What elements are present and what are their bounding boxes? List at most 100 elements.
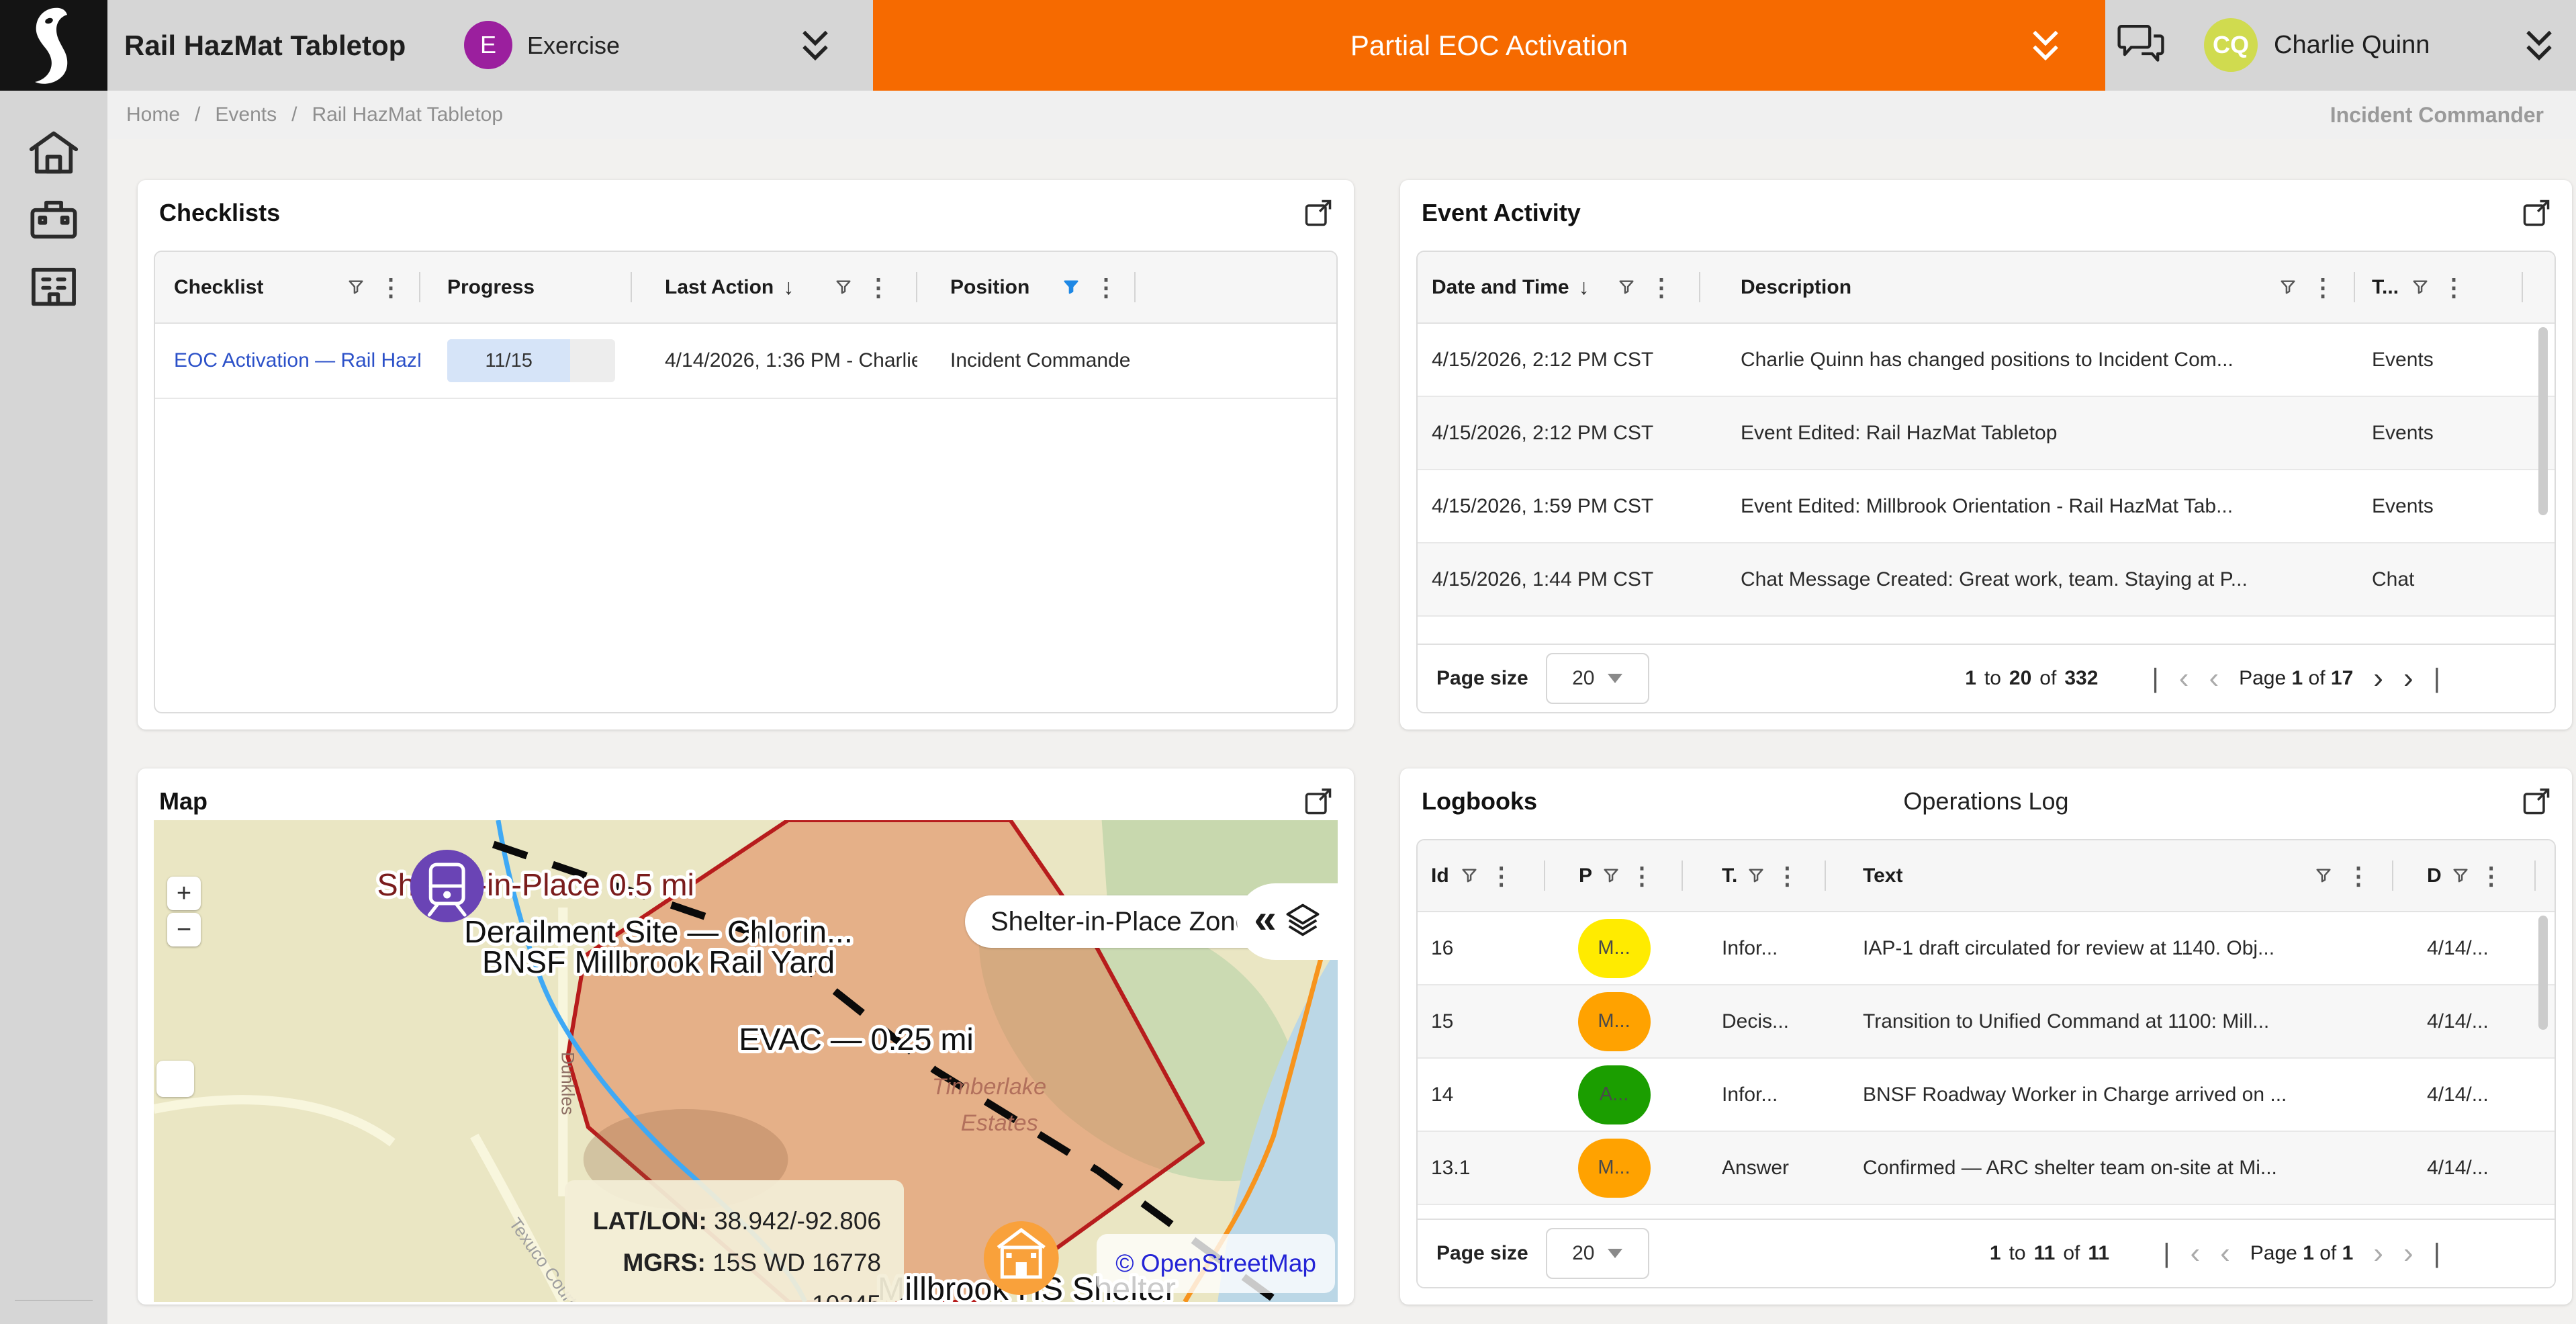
derailment-marker[interactable] <box>410 850 484 922</box>
log-text-cell: Transition to Unified Command at 1100: M… <box>1826 985 2393 1057</box>
column-menu-icon[interactable]: ⋮ <box>1775 862 1799 890</box>
column-header-date[interactable]: Date and Time ↓ ⋮ <box>1418 252 1700 322</box>
column-header-type[interactable]: T. ⋮ <box>1683 840 1826 911</box>
logbook-row[interactable]: 13.1 M... Answer Confirmed — ARC shelter… <box>1418 1132 2555 1205</box>
map-side-control[interactable] <box>156 1061 194 1097</box>
column-menu-icon[interactable]: ⋮ <box>2311 273 2335 302</box>
breadcrumb-events[interactable]: Events <box>215 103 277 126</box>
logbook-row[interactable]: 15 M... Decis... Transition to Unified C… <box>1418 985 2555 1059</box>
log-text-cell: BNSF Roadway Worker in Charge arrived on… <box>1826 1059 2393 1131</box>
logbooks-open-button[interactable] <box>2521 786 2552 817</box>
filter-icon[interactable] <box>1602 867 1620 885</box>
filter-icon[interactable] <box>1747 867 1765 885</box>
sidebar-item-admin-tools[interactable] <box>24 1317 83 1324</box>
first-page-button[interactable]: | <box>2152 664 2158 694</box>
event-menu-button[interactable] <box>796 26 835 68</box>
column-header-position[interactable]: Position ⋮ <box>917 252 1136 322</box>
logbook-row[interactable]: 16 M... Infor... IAP-1 draft circulated … <box>1418 912 2555 985</box>
last-page-chevron[interactable]: › <box>2403 662 2413 695</box>
layers-icon[interactable] <box>1285 902 1321 942</box>
column-menu-icon[interactable]: ⋮ <box>1630 862 1654 890</box>
filter-active-icon[interactable] <box>1062 278 1080 297</box>
page-size-select[interactable]: 20 <box>1546 653 1649 704</box>
last-page-button[interactable]: | <box>2434 664 2440 694</box>
column-header-text[interactable]: Text ⋮ <box>1826 840 2393 911</box>
filter-icon[interactable] <box>1617 278 1636 297</box>
column-menu-icon[interactable]: ⋮ <box>379 273 403 302</box>
checklist-link[interactable]: EOC Activation — Rail HazM <box>174 349 420 372</box>
first-page-chevron[interactable]: ‹ <box>2179 662 2189 695</box>
eoc-activation-banner[interactable]: Partial EOC Activation <box>873 0 2105 91</box>
user-menu-button[interactable] <box>2520 26 2559 68</box>
external-link-icon <box>2521 197 2552 228</box>
table-scrollbar[interactable] <box>2538 327 2548 515</box>
column-menu-icon[interactable]: ⋮ <box>1489 862 1514 890</box>
map-zoom-out-button[interactable]: − <box>167 913 201 946</box>
shelter-marker[interactable] <box>984 1221 1059 1295</box>
first-page-chevron[interactable]: ‹ <box>2190 1237 2200 1270</box>
last-page-chevron[interactable]: › <box>2403 1237 2413 1270</box>
column-header-last-action[interactable]: Last Action ↓ ⋮ <box>632 252 917 322</box>
column-header-description[interactable]: Description ⋮ <box>1700 252 2355 322</box>
app-logo[interactable] <box>0 0 107 91</box>
external-link-icon <box>2521 786 2552 817</box>
map-attribution-link[interactable]: © OpenStreetMap <box>1097 1234 1335 1293</box>
column-header-type[interactable]: T... ⋮ <box>2355 252 2523 322</box>
column-menu-icon[interactable]: ⋮ <box>1649 273 1673 302</box>
column-header-date[interactable]: D ⋮ <box>2393 840 2536 911</box>
page-size-select[interactable]: 20 <box>1546 1228 1649 1279</box>
filter-icon[interactable] <box>1460 867 1479 885</box>
column-header-id[interactable]: Id ⋮ <box>1418 840 1545 911</box>
breadcrumb-home[interactable]: Home <box>126 103 180 126</box>
column-menu-icon[interactable]: ⋮ <box>2442 273 2466 302</box>
last-page-button[interactable]: | <box>2434 1239 2440 1269</box>
sidebar-item-home[interactable] <box>24 123 83 182</box>
table-scrollbar[interactable] <box>2538 916 2548 1030</box>
next-page-button[interactable]: › <box>2373 1237 2383 1270</box>
event-activity-row[interactable]: 4/15/2026, 1:59 PM CST Event Edited: Mil… <box>1418 470 2555 543</box>
prev-page-button[interactable]: ‹ <box>2209 662 2219 695</box>
filter-icon[interactable] <box>347 278 365 297</box>
chat-bubbles-icon <box>2117 21 2165 67</box>
sidebar-item-building[interactable] <box>24 257 83 316</box>
banner-chevron-button[interactable] <box>2026 26 2065 71</box>
event-activity-row[interactable]: 4/15/2026, 2:12 PM CST Event Edited: Rai… <box>1418 397 2555 470</box>
map-canvas[interactable]: Dunkles Texuco Court Timberlake Estates … <box>154 820 1338 1302</box>
checklists-open-button[interactable] <box>1303 197 1334 228</box>
user-avatar[interactable]: CQ <box>2204 18 2258 72</box>
column-menu-icon[interactable]: ⋮ <box>2346 862 2371 890</box>
event-activity-row[interactable]: 4/15/2026, 1:44 PM CST Chat Message Crea… <box>1418 543 2555 617</box>
filter-icon[interactable] <box>2279 278 2297 297</box>
prev-page-button[interactable]: ‹ <box>2220 1237 2230 1270</box>
first-page-button[interactable]: | <box>2163 1239 2170 1269</box>
column-header-priority[interactable]: P ⋮ <box>1545 840 1683 911</box>
map-zoom-in-button[interactable]: + <box>167 877 201 910</box>
checklist-row[interactable]: EOC Activation — Rail HazM 11/15 4/14/20… <box>155 324 1336 399</box>
next-page-button[interactable]: › <box>2373 662 2383 695</box>
column-header-progress[interactable]: Progress <box>420 252 632 322</box>
column-menu-icon[interactable]: ⋮ <box>1094 273 1118 302</box>
map-open-button[interactable] <box>1303 786 1334 817</box>
filter-icon[interactable] <box>2411 278 2430 297</box>
column-menu-icon[interactable]: ⋮ <box>866 273 890 302</box>
checklists-table: Checklist ⋮ Progress Last Action ↓ <box>154 251 1338 713</box>
log-type-cell: Decis... <box>1683 985 1826 1057</box>
external-link-icon <box>1303 197 1334 228</box>
filter-icon[interactable] <box>834 278 853 297</box>
sidebar-item-briefcase[interactable] <box>24 190 83 249</box>
filter-icon[interactable] <box>2451 867 2470 885</box>
chat-button[interactable] <box>2117 21 2165 69</box>
map-layers-panel[interactable]: « <box>1237 883 1338 960</box>
log-priority-cell: M... <box>1545 912 1683 984</box>
event-activity-open-button[interactable] <box>2521 197 2552 228</box>
event-activity-row[interactable]: 4/15/2026, 2:12 PM CST Charlie Quinn has… <box>1418 324 2555 397</box>
logbook-row[interactable]: 14 A... Infor... BNSF Roadway Worker in … <box>1418 1059 2555 1132</box>
column-label: T... <box>2372 276 2399 299</box>
column-menu-icon[interactable]: ⋮ <box>2479 862 2503 890</box>
collapse-panel-icon[interactable]: « <box>1254 899 1276 939</box>
zone-layer-pill[interactable]: Shelter-in-Place Zone <box>965 895 1276 948</box>
column-header-checklist[interactable]: Checklist ⋮ <box>155 252 420 322</box>
log-id-cell: 14 <box>1418 1059 1545 1131</box>
filter-icon[interactable] <box>2314 867 2333 885</box>
map-coordinates-box: LAT/LON: 38.942/-92.806 MGRS: 15S WD 167… <box>565 1180 904 1302</box>
